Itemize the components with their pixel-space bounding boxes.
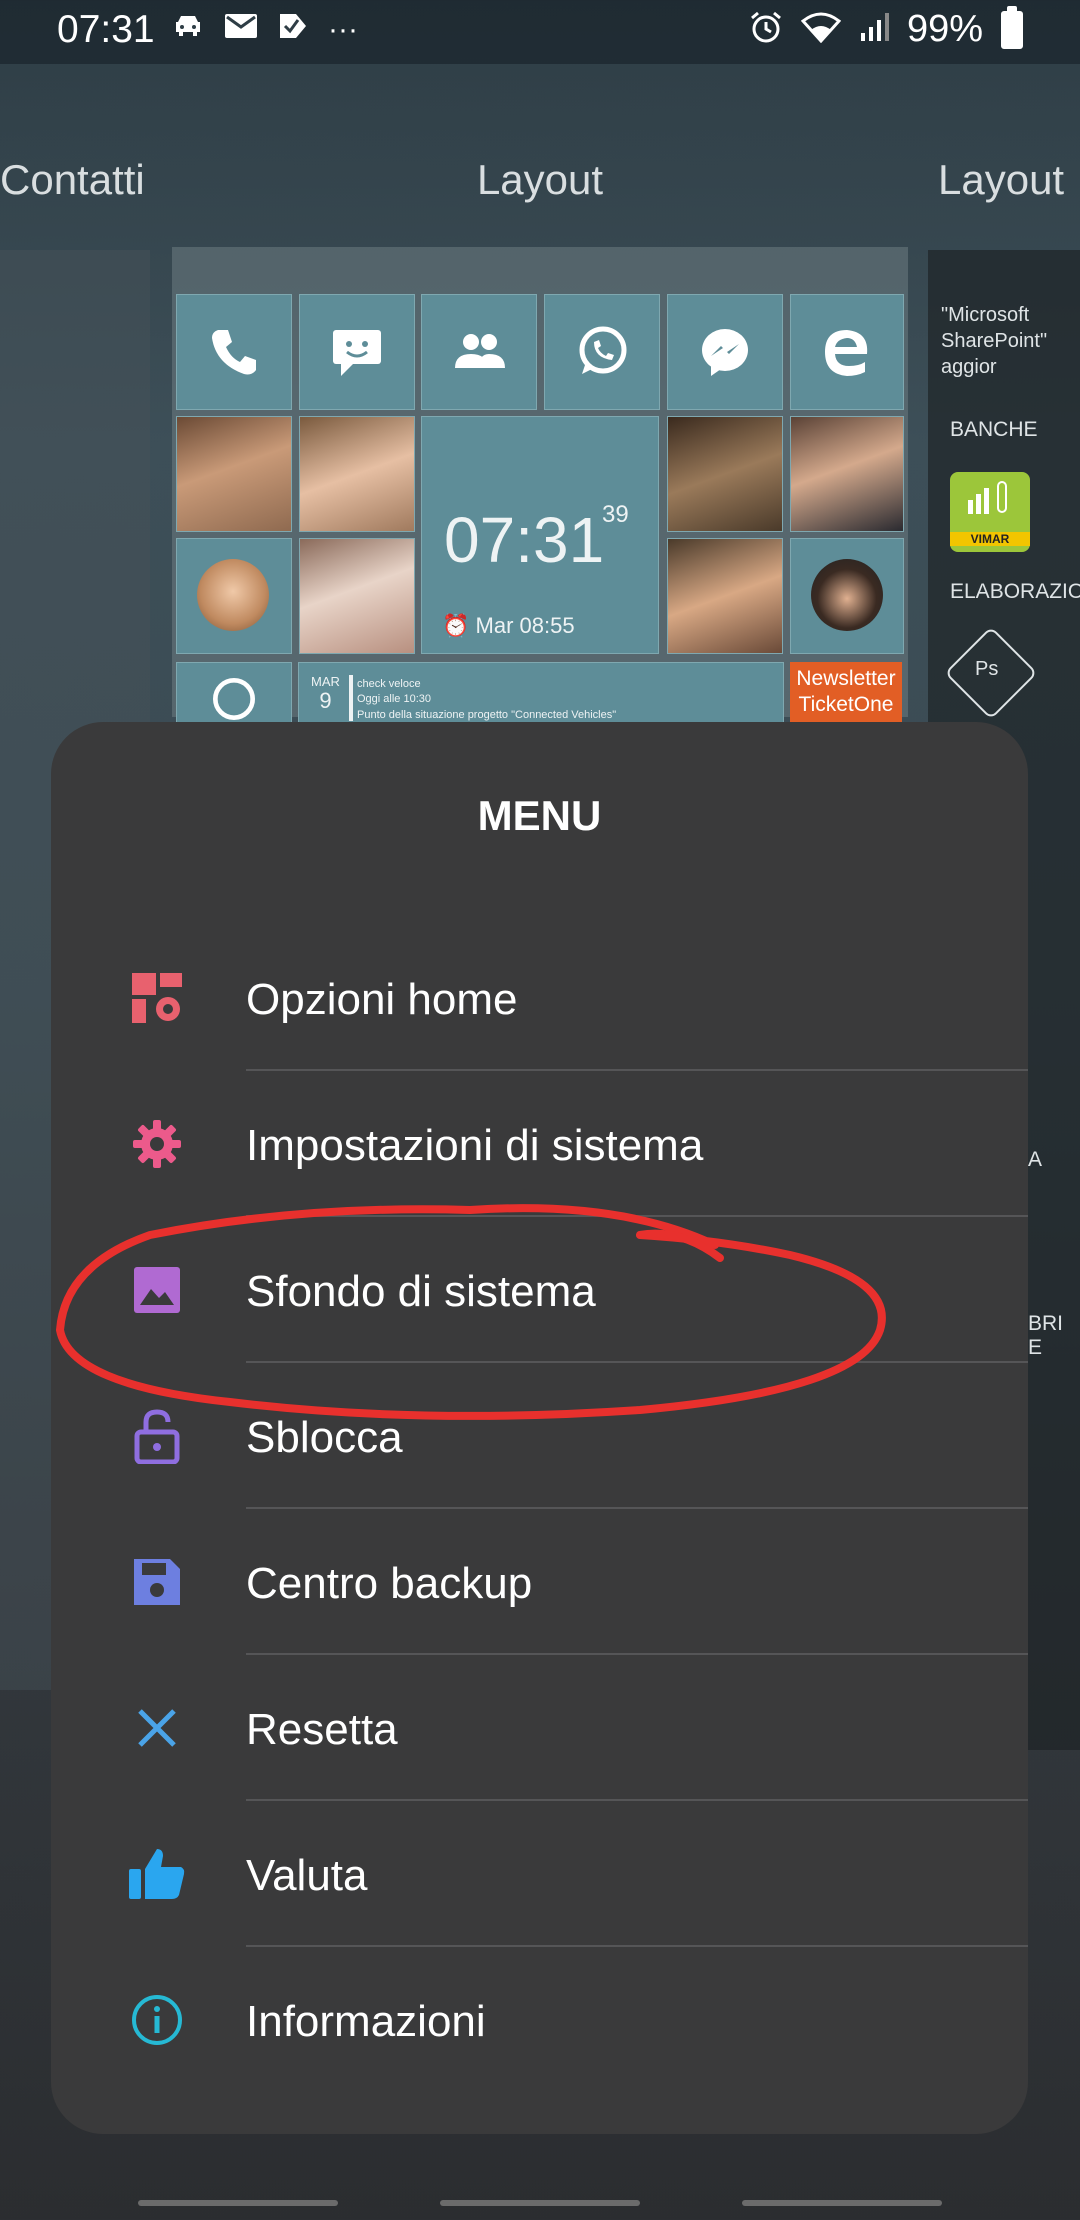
battery-percent: 99% [906,8,983,50]
message-icon [333,330,381,376]
menu-item-rate[interactable]: Valuta [51,1801,1028,1947]
group-label-elaborazioni: ELABORAZIO [950,580,1080,603]
menu-item-system-settings[interactable]: Impostazioni di sistema [51,1071,1028,1217]
group-label-a: A [1028,1148,1043,1171]
menu-item-system-wallpaper[interactable]: Sfondo di sistema [51,1217,1028,1363]
screen-title-layout-next[interactable]: Layout [938,156,1064,204]
agenda-date: MAR 9 [311,674,340,714]
people-icon [455,334,505,368]
agenda-weekday: MAR [311,674,340,689]
menu-item-home-options[interactable]: Opzioni home [51,925,1028,1071]
contact-photo-tile[interactable] [790,538,904,654]
save-icon [127,1552,187,1612]
alarm-icon [749,10,783,49]
unlock-icon [127,1406,187,1466]
home-options-icon [127,968,187,1028]
menu-title: MENU [477,792,602,839]
whatsapp-icon [579,326,627,374]
avatar [811,559,883,631]
menu-item-label: Informazioni [246,1997,486,2046]
edge-icon [825,330,868,376]
menu-item-label: Sfondo di sistema [246,1267,596,1316]
contact-photo-tile[interactable] [299,416,415,532]
nav-recents-indicator[interactable] [138,2200,338,2206]
agenda-event-desc: Punto della situazione progetto "Connect… [357,708,617,721]
battery-icon [1001,5,1023,49]
car-icon [172,12,204,48]
menu-item-label: Centro backup [246,1559,533,1608]
messenger-icon [702,329,748,376]
signal-icon [859,11,889,48]
contact-photo-tile[interactable] [667,416,783,532]
agenda-bar [349,675,353,721]
menu-item-reset[interactable]: Resetta [51,1655,1028,1801]
group-label-banche: BANCHE [950,418,1038,441]
messages-tile[interactable] [299,294,415,410]
nav-home-indicator[interactable] [440,2200,640,2206]
menu-item-label: Valuta [246,1851,368,1900]
vimar-app-tile[interactable]: VIMAR [950,472,1030,552]
nav-bar [0,2150,1080,2220]
vimar-label: VIMAR [950,532,1030,546]
skype-tile[interactable] [176,662,292,724]
phone-icon [212,330,256,375]
group-label-bri: BRI E [1028,1312,1064,1359]
status-time: 07:31 [57,8,155,51]
menu-sheet: MENU Opzioni home Impostazioni di sistem… [51,722,1028,2134]
alarm-text: Mar 08:55 [475,613,575,638]
screen-title-layout[interactable]: Layout [0,156,1080,204]
photoshop-label: Ps [975,658,999,680]
agenda-tile[interactable]: MAR 9 check veloce Oggi alle 10:30 Punto… [298,662,784,724]
menu-item-label: Impostazioni di sistema [246,1121,704,1170]
edge-tile[interactable] [790,294,904,410]
more-icon: ··· [328,13,358,46]
clock-alarm: ⏰ Mar 08:55 [442,613,575,639]
image-icon [127,1260,187,1320]
menu-item-label: Sblocca [246,1413,403,1462]
skype-icon [213,678,255,720]
thumbs-up-icon [127,1844,187,1904]
task-icon [278,12,308,48]
phone-tile[interactable] [176,294,292,410]
contact-photo-tile[interactable] [176,416,292,532]
contact-photo-tile[interactable] [176,538,292,654]
menu-item-label: Resetta [246,1705,398,1754]
contact-photo-tile[interactable] [790,416,904,532]
wifi-icon [800,11,842,48]
alarm-icon: ⏰ [442,613,470,638]
agenda-event-title: check veloce [357,678,421,690]
whatsapp-tile[interactable] [544,294,660,410]
mail-icon [224,13,258,47]
newsletter-tile[interactable]: Newsletter TicketOne [790,662,902,726]
contact-photo-tile[interactable] [299,538,415,654]
menu-item-info[interactable]: Informazioni [51,1947,1028,2093]
nav-back-indicator[interactable] [742,2200,942,2206]
info-icon [127,1990,187,2050]
menu-item-label: Opzioni home [246,975,518,1024]
clock-seconds: 39 [602,501,629,528]
thermometer-icon [968,481,1007,514]
notification-icons: ··· [172,12,358,48]
gear-icon [127,1114,187,1174]
sharepoint-note[interactable]: "Microsoft SharePoint" aggior [941,302,1071,380]
agenda-day-number: 9 [319,688,332,714]
status-bar: 07:31 ··· 99% [0,0,1080,64]
status-right: 99% [749,5,1023,51]
agenda-event-time: Oggi alle 10:30 [357,693,431,706]
clock-time: 07:31 [444,504,605,576]
avatar [197,559,269,631]
clock-tile[interactable]: 07:31 39 ⏰ Mar 08:55 [421,416,659,654]
agenda-event: check veloce Oggi alle 10:30 Punto della… [357,677,616,723]
menu-item-backup-center[interactable]: Centro backup [51,1509,1028,1655]
people-tile[interactable] [421,294,537,410]
menu-item-unlock[interactable]: Sblocca [51,1363,1028,1509]
contact-photo-tile[interactable] [667,538,783,654]
messenger-tile[interactable] [667,294,783,410]
close-icon [127,1698,187,1758]
